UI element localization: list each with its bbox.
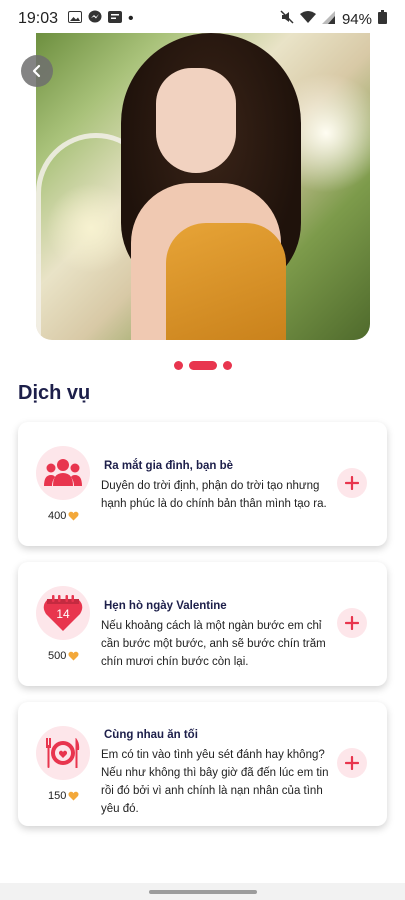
service-price: 400 xyxy=(48,510,79,522)
plus-icon xyxy=(345,616,359,630)
signal-icon xyxy=(321,10,336,28)
price-value: 150 xyxy=(48,790,67,802)
messenger-icon xyxy=(88,10,102,29)
home-gesture-handle[interactable] xyxy=(148,889,257,894)
service-price: 150 xyxy=(48,790,79,802)
calendar-day: 14 xyxy=(56,607,70,621)
add-service-button[interactable] xyxy=(337,608,367,638)
message-icon xyxy=(108,10,123,28)
add-service-button[interactable] xyxy=(337,468,367,498)
carousel-indicator xyxy=(0,361,405,370)
carousel-dot-active[interactable] xyxy=(188,361,217,370)
service-description: Em có tin vào tình yêu sét đánh hay khôn… xyxy=(101,749,329,815)
heart-coin-icon xyxy=(68,791,79,801)
service-icon-wrap: 14 xyxy=(36,586,90,640)
calendar-heart-icon: 14 xyxy=(43,595,83,631)
plus-icon xyxy=(345,476,359,490)
image-icon xyxy=(68,10,83,28)
status-dot: • xyxy=(128,10,134,27)
service-card[interactable]: 14 500 Hẹn hò ngày Valentine Nếu khoảng … xyxy=(18,562,387,686)
dinner-icon xyxy=(46,738,80,768)
status-time: 19:03 xyxy=(18,10,59,27)
battery-icon xyxy=(378,10,387,28)
service-price: 500 xyxy=(48,650,79,662)
heart-coin-icon xyxy=(68,511,79,521)
back-button[interactable] xyxy=(21,55,53,87)
carousel-dot[interactable] xyxy=(173,361,183,370)
photo-face xyxy=(156,68,236,173)
system-nav-bar xyxy=(0,883,405,900)
plus-icon xyxy=(345,756,359,770)
chevron-left-icon xyxy=(32,64,41,78)
service-icon-wrap xyxy=(36,726,90,780)
service-card[interactable]: 400 Ra mắt gia đình, bạn bè Duyên do trờ… xyxy=(18,422,387,546)
service-card[interactable]: 150 Cùng nhau ăn tối Em có tin vào tình … xyxy=(18,702,387,826)
service-description: Nếu khoảng cách là một ngàn bước em chỉ … xyxy=(101,620,326,668)
service-title: Cùng nhau ăn tối xyxy=(104,729,198,741)
carousel-dot[interactable] xyxy=(222,361,232,370)
section-title: Dịch vụ xyxy=(18,382,91,404)
family-icon xyxy=(44,459,82,486)
photo-dress xyxy=(166,223,286,340)
price-value: 400 xyxy=(48,510,67,522)
wifi-icon xyxy=(299,10,316,28)
profile-photo[interactable] xyxy=(36,33,370,340)
service-icon-wrap xyxy=(36,446,90,500)
price-value: 500 xyxy=(48,650,67,662)
service-title: Hẹn hò ngày Valentine xyxy=(104,600,227,612)
add-service-button[interactable] xyxy=(337,748,367,778)
heart-coin-icon xyxy=(68,651,79,661)
mute-icon xyxy=(280,10,294,28)
service-title: Ra mắt gia đình, bạn bè xyxy=(104,460,234,472)
battery-percent: 94% xyxy=(341,10,372,28)
service-description: Duyên do trời định, phận do trời tạo như… xyxy=(101,480,327,510)
